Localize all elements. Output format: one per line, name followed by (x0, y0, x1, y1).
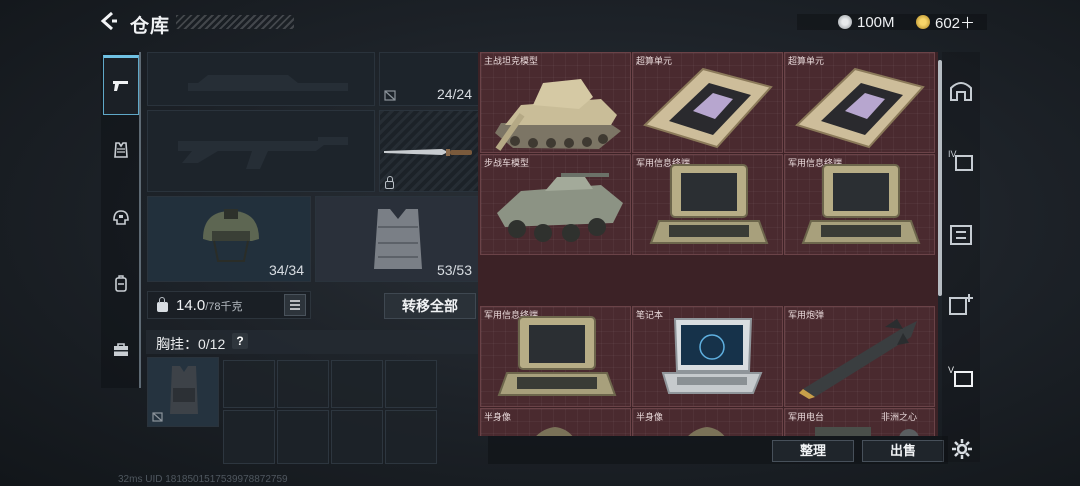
storage-item[interactable]: 超算单元 (784, 52, 935, 153)
tab-case[interactable] (103, 330, 139, 370)
storage-item[interactable]: 主战坦克模型 (480, 52, 631, 153)
tab-backpack[interactable] (103, 264, 139, 304)
storage-tab-level4[interactable]: IV (947, 146, 975, 174)
rig-grid-cell[interactable] (223, 410, 275, 464)
secondary-weapon-slot[interactable] (147, 110, 375, 192)
storage-tabs (942, 52, 980, 462)
storage-item[interactable]: 军用炮弹 (784, 306, 935, 407)
chest-rig-slot[interactable] (147, 357, 219, 427)
tabs-divider (139, 52, 141, 388)
page-title: 仓库 (130, 16, 171, 37)
sell-button[interactable]: 出售 (862, 440, 944, 462)
radio-icon (815, 427, 919, 436)
tab-weapons[interactable] (103, 55, 139, 115)
bust-icon (536, 427, 573, 436)
weight-readout: 14.0/78千克 (176, 297, 243, 314)
sort-button[interactable]: 整理 (772, 440, 854, 462)
supercomputer-icon (643, 67, 773, 149)
list-icon (290, 300, 300, 310)
add-storage-icon (949, 294, 973, 315)
silver-coin-icon (838, 15, 852, 29)
storage-item[interactable]: 超算单元 (632, 52, 783, 153)
rifle-silhouette-icon (178, 137, 348, 169)
terminal-icon (497, 316, 617, 396)
terminal-icon (801, 164, 921, 244)
chest-rig-label: 胸挂：0/12 (156, 336, 226, 352)
ammo-count: 24/24 (436, 86, 472, 102)
storage-item[interactable]: 军用信息终端 (632, 154, 783, 255)
supercomputer-icon (795, 67, 925, 149)
storage-item[interactable]: 军用信息终端 (784, 154, 935, 255)
rig-grid-cell[interactable] (331, 360, 383, 408)
melee-slot[interactable] (379, 110, 479, 192)
transfer-all-button[interactable]: 转移全部 (384, 293, 476, 319)
storage-tab-add[interactable] (947, 290, 975, 318)
storage-tab-home[interactable] (947, 76, 975, 104)
gold-amount: 602＋ (935, 14, 976, 32)
gold-coin-icon (916, 15, 930, 29)
currency-gold[interactable]: 602＋ (916, 13, 976, 32)
storage-item[interactable]: 军用信息终端 (480, 306, 631, 407)
lock-icon (385, 176, 394, 189)
bunker-icon (950, 82, 972, 101)
storage-item[interactable]: 半身像 (632, 408, 783, 436)
rig-grid-cell[interactable] (223, 360, 275, 408)
back-arrow-icon[interactable] (98, 10, 120, 32)
rig-grid-cell[interactable] (277, 410, 329, 464)
vest-icon (114, 142, 128, 158)
backpack-icon (115, 275, 127, 292)
silver-amount: 100M (857, 13, 895, 31)
storage-item[interactable]: 军用电台 非洲之心 (784, 408, 935, 436)
storage-level-icon: IV (948, 149, 973, 171)
armor-slot[interactable]: 53/53 (315, 196, 479, 282)
weight-lock-icon (157, 297, 168, 312)
briefcase-icon (114, 343, 128, 356)
rig-grid-cell[interactable] (331, 410, 383, 464)
missile-icon (799, 319, 917, 399)
helmet-slot[interactable]: 34/34 (147, 196, 311, 282)
rig-grid-cell[interactable] (277, 360, 329, 408)
bust-icon (688, 427, 725, 436)
ifv-icon (497, 173, 623, 242)
title-decoration (176, 15, 294, 29)
tab-helmet[interactable] (103, 198, 139, 238)
debug-footer: 32ms UID 1818501517539978872759 (118, 474, 288, 485)
ammo-slot[interactable]: 24/24 (379, 52, 479, 106)
pistol-icon (113, 81, 128, 91)
transfer-box-icon (950, 225, 972, 245)
storage-v-icon: V (948, 365, 973, 387)
armor-durability: 53/53 (436, 262, 472, 278)
tab-armor[interactable] (103, 130, 139, 170)
rig-grid-cell[interactable] (385, 360, 437, 408)
helmet-durability: 34/34 (268, 262, 304, 278)
storage-grid: 主战坦克模型 超算单元 超算单元 步战车模型 军用信息终端 军用信息终端 军用信… (478, 52, 938, 436)
terminal-icon (649, 164, 769, 244)
storage-item[interactable]: 步战车模型 (480, 154, 631, 255)
chest-rig-icon (152, 366, 198, 422)
rifle-silhouette-icon (188, 75, 348, 91)
knife-icon (384, 149, 472, 156)
weight-max: /78千克 (205, 301, 243, 313)
svg-text:V: V (948, 365, 954, 375)
currency-silver[interactable]: 100M (838, 13, 895, 31)
laptop-icon (661, 318, 763, 394)
helmet-icon (113, 210, 129, 225)
storage-tab-transfer[interactable] (947, 220, 975, 248)
settings-gear-icon[interactable] (950, 437, 974, 461)
tank-icon (495, 79, 621, 151)
list-view-button[interactable] (284, 294, 306, 316)
rig-grid-cell[interactable] (385, 410, 437, 464)
storage-tab-v[interactable]: V (947, 362, 975, 390)
storage-item[interactable]: 半身像 (480, 408, 631, 436)
storage-item[interactable]: 笔记本 (632, 306, 783, 407)
weight-value: 14.0 (176, 297, 206, 314)
primary-weapon-slot[interactable] (147, 52, 375, 106)
help-button[interactable]: ? (232, 333, 248, 349)
